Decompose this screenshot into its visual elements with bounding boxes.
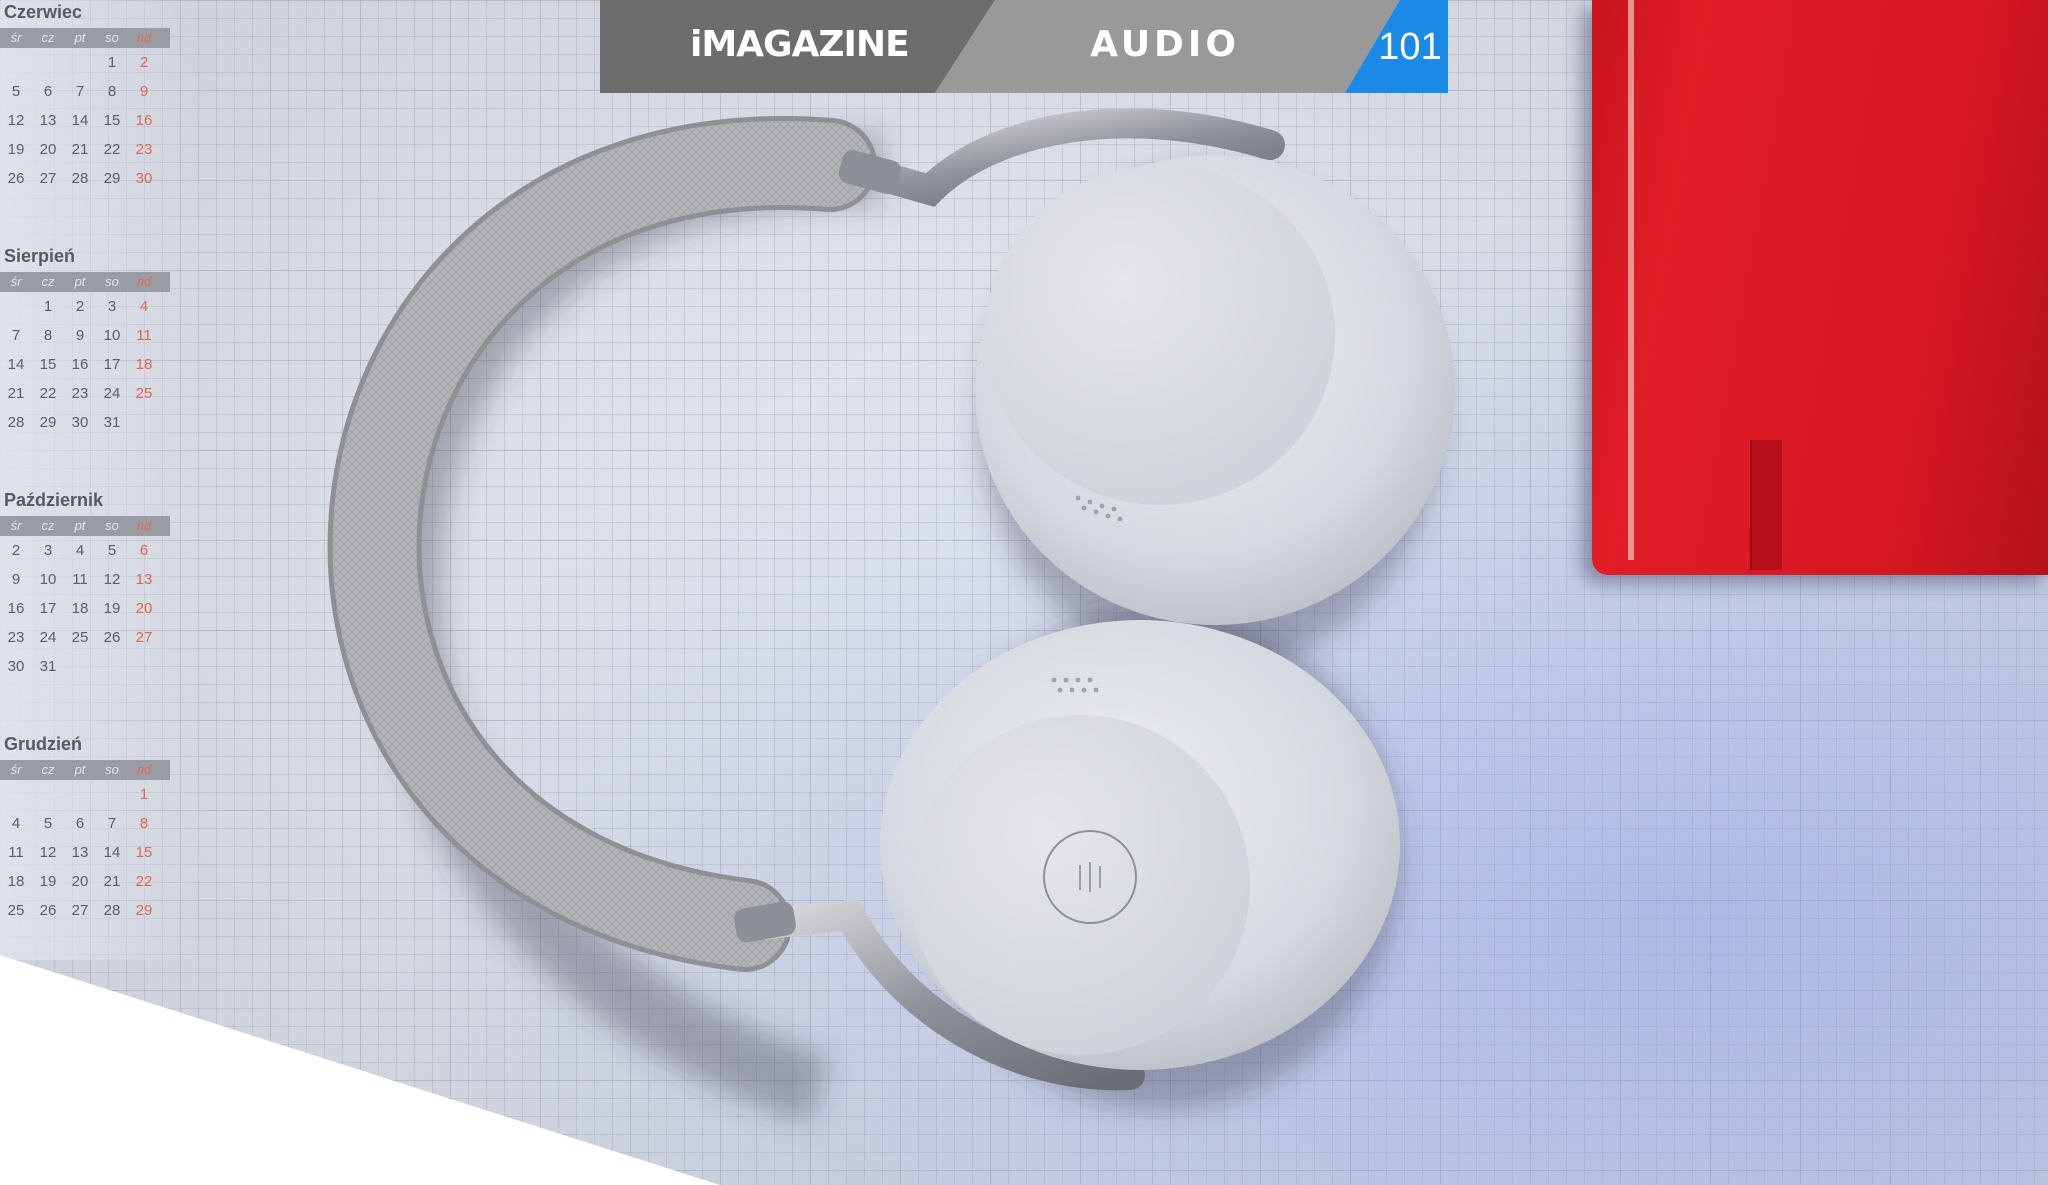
magazine-logo: iMAGAZINE <box>690 24 910 65</box>
magazine-header: iMAGAZINE AUDIO 101 <box>0 0 2048 95</box>
headphones-illustration <box>327 108 1455 1124</box>
section-title: AUDIO <box>1090 24 1240 65</box>
header-shapes <box>600 0 1448 93</box>
upper-cup-face <box>985 165 1335 505</box>
headphones-photo: Czerwiec śr cz pt so nd 1 2 5 6 7 8 9 12 13 14 15 16 19 20 2… <box>0 0 2048 1185</box>
page-number: 101 <box>1378 26 1442 68</box>
magazine-page: Czerwiec śr cz pt so nd 1 2 5 6 7 8 9 12 13 14 15 16 19 20 2… <box>0 0 2048 1185</box>
